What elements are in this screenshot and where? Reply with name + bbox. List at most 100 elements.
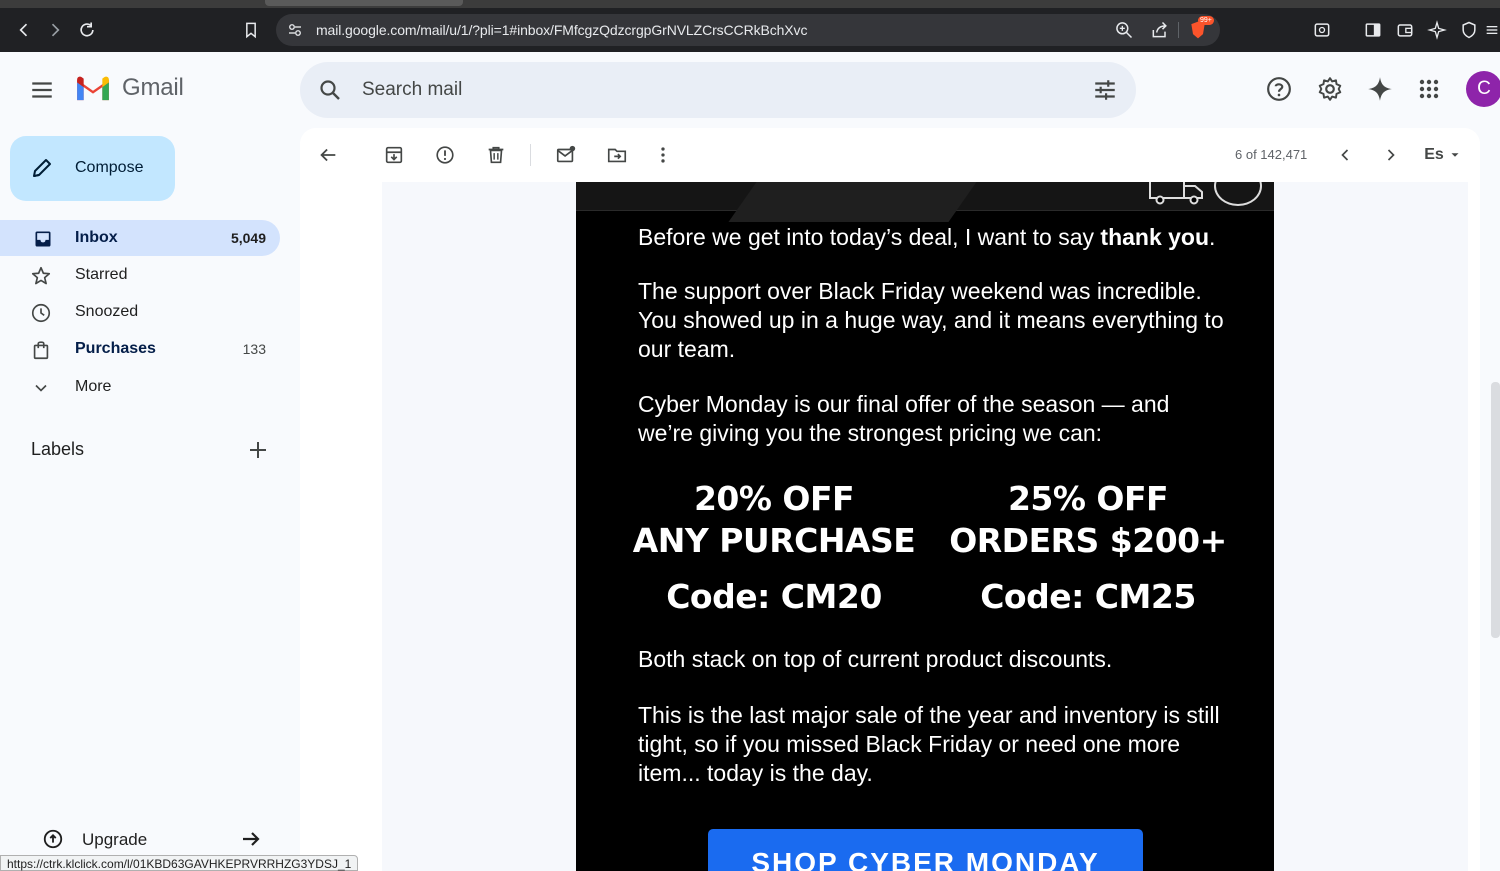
arrow-right-icon [243, 832, 260, 846]
address-bar[interactable]: mail.google.com/mail/u/1/?pli=1#inbox/FM… [276, 14, 1220, 46]
newer-chevron-left-icon[interactable] [1331, 141, 1359, 169]
email-paragraph-thanks: Before we get into today’s deal, I want … [638, 223, 1258, 252]
move-to-folder-icon[interactable] [603, 141, 631, 169]
input-tools-label: Es [1424, 146, 1444, 163]
compose-button[interactable]: Compose [10, 136, 175, 201]
vpn-shield-icon[interactable] [1455, 16, 1483, 44]
mark-unread-icon[interactable] [552, 141, 580, 169]
back-to-inbox-arrow-icon[interactable] [314, 141, 342, 169]
email-body: Before we get into today’s deal, I want … [576, 182, 1274, 871]
url-divider [1178, 22, 1179, 38]
help-icon[interactable] [1259, 69, 1299, 109]
thanks-bold-text: thank you [1100, 224, 1210, 250]
compose-label: Compose [75, 159, 144, 176]
account-avatar[interactable]: C [1466, 71, 1500, 107]
cta-label: SHOP CYBER MONDAY [751, 847, 1100, 871]
browser-menu-icon[interactable] [1484, 16, 1500, 44]
leo-ai-icon[interactable] [1423, 16, 1451, 44]
toolbar-divider [530, 144, 531, 166]
apps-grid-icon[interactable] [1409, 69, 1449, 109]
site-info-icon[interactable] [286, 21, 304, 39]
link-status-bar: https://ctrk.klclick.com/l/01KBD63GAVHKE… [0, 855, 359, 871]
guarantee-seal-icon [1214, 182, 1262, 206]
hero-graphic [728, 182, 984, 222]
deal-right-condition: ORDERS $200+ [949, 521, 1227, 560]
deal-right-heading: 25% OFF ORDERS $200+ [948, 478, 1228, 562]
url-text[interactable]: mail.google.com/mail/u/1/?pli=1#inbox/FM… [316, 22, 807, 38]
search-icon[interactable] [318, 78, 342, 102]
sidebar-item-snoozed[interactable]: Snoozed [0, 294, 280, 330]
gmail-m-icon [77, 76, 109, 101]
page-scrollbar-thumb[interactable] [1491, 382, 1500, 638]
older-chevron-right-icon[interactable] [1377, 141, 1405, 169]
search-options-icon[interactable] [1092, 77, 1118, 103]
reader-mode-icon[interactable] [1308, 16, 1336, 44]
shopping-bag-icon [30, 339, 52, 361]
back-icon[interactable] [10, 16, 38, 44]
message-toolbar: 6 of 142,471 Es [300, 128, 1480, 182]
browser-tab-strip [0, 0, 1500, 8]
upgrade-label: Upgrade [82, 830, 148, 849]
forward-icon[interactable] [41, 16, 69, 44]
bookmark-icon[interactable] [237, 16, 265, 44]
gemini-sparkle-icon[interactable] [1360, 69, 1400, 109]
input-tools-dropdown[interactable]: Es [1420, 141, 1466, 169]
browser-toolbar: mail.google.com/mail/u/1/?pli=1#inbox/FM… [0, 8, 1500, 52]
inbox-icon [32, 228, 54, 250]
thanks-end-text: . [1209, 224, 1216, 250]
sidebar-item-label: Starred [75, 266, 128, 283]
deal-right-code: Code: CM25 [980, 577, 1196, 616]
email-paragraph-stack: Both stack on top of current product dis… [638, 646, 1113, 672]
browser-active-tab[interactable] [265, 0, 463, 6]
sidebar-item-label: More [75, 378, 112, 395]
search-input[interactable] [362, 76, 1062, 104]
delete-trash-icon[interactable] [482, 141, 510, 169]
thanks-text: Before we get into today’s deal, I want … [638, 224, 1101, 250]
deal-left-percent: 20% OFF [693, 479, 855, 518]
deal-left-code: Code: CM20 [666, 577, 882, 616]
settings-gear-icon[interactable] [1310, 69, 1350, 109]
deal-left-heading: 20% OFF ANY PURCHASE [624, 478, 924, 562]
brave-badge-count: 99+ [1198, 16, 1214, 25]
message-view: 6 of 142,471 Es Before we get into today… [300, 128, 1480, 871]
sidebar-item-count: 133 [242, 341, 266, 357]
email-hero-image [576, 182, 1274, 222]
report-spam-icon[interactable] [431, 141, 459, 169]
share-icon[interactable] [1150, 20, 1170, 40]
sidebar-item-label: Snoozed [75, 303, 139, 320]
main-menu-icon[interactable] [22, 70, 62, 110]
sidebar-item-inbox[interactable]: Inbox 5,049 [0, 220, 280, 256]
shop-cyber-monday-button[interactable]: SHOP CYBER MONDAY [708, 829, 1143, 871]
upgrade-icon [43, 829, 63, 849]
gmail-logo[interactable]: Gmail [74, 74, 184, 102]
email-paragraph-support: The support over Black Friday weekend wa… [638, 278, 1224, 362]
sidebar-item-label: Inbox [75, 229, 118, 246]
shipping-truck-icon [1149, 182, 1203, 205]
app-name: Gmail [122, 74, 184, 101]
email-paragraph-offer: Cyber Monday is our final offer of the s… [638, 391, 1170, 446]
sidebar-item-count: 5,049 [230, 230, 266, 246]
more-options-vertical-icon[interactable] [649, 141, 677, 169]
upgrade-button[interactable]: Upgrade [30, 822, 275, 856]
message-pager: 6 of 142,471 [1235, 147, 1308, 162]
reload-icon[interactable] [73, 16, 101, 44]
archive-icon[interactable] [380, 141, 408, 169]
brave-shields-icon[interactable]: 99+ [1188, 16, 1214, 40]
wallet-icon[interactable] [1391, 16, 1419, 44]
chevron-down-icon [30, 377, 52, 399]
deal-right-percent: 25% OFF [1007, 479, 1169, 518]
sidebar-item-more[interactable]: More [0, 369, 280, 405]
sidebar-item-label: Purchases [75, 340, 156, 357]
pencil-icon [33, 159, 51, 177]
labels-heading: Labels [31, 439, 85, 459]
star-icon [30, 265, 52, 287]
zoom-icon[interactable] [1114, 20, 1134, 40]
sidebar-item-purchases[interactable]: Purchases 133 [0, 331, 280, 367]
caret-down-icon [1451, 153, 1459, 157]
add-label-plus-icon[interactable] [246, 438, 270, 462]
sidebar-item-starred[interactable]: Starred [0, 257, 280, 293]
sidebar-toggle-icon[interactable] [1359, 16, 1387, 44]
clock-icon [30, 302, 52, 324]
email-paragraph-last-sale: This is the last major sale of the year … [638, 702, 1220, 786]
search-bar[interactable] [300, 62, 1136, 118]
